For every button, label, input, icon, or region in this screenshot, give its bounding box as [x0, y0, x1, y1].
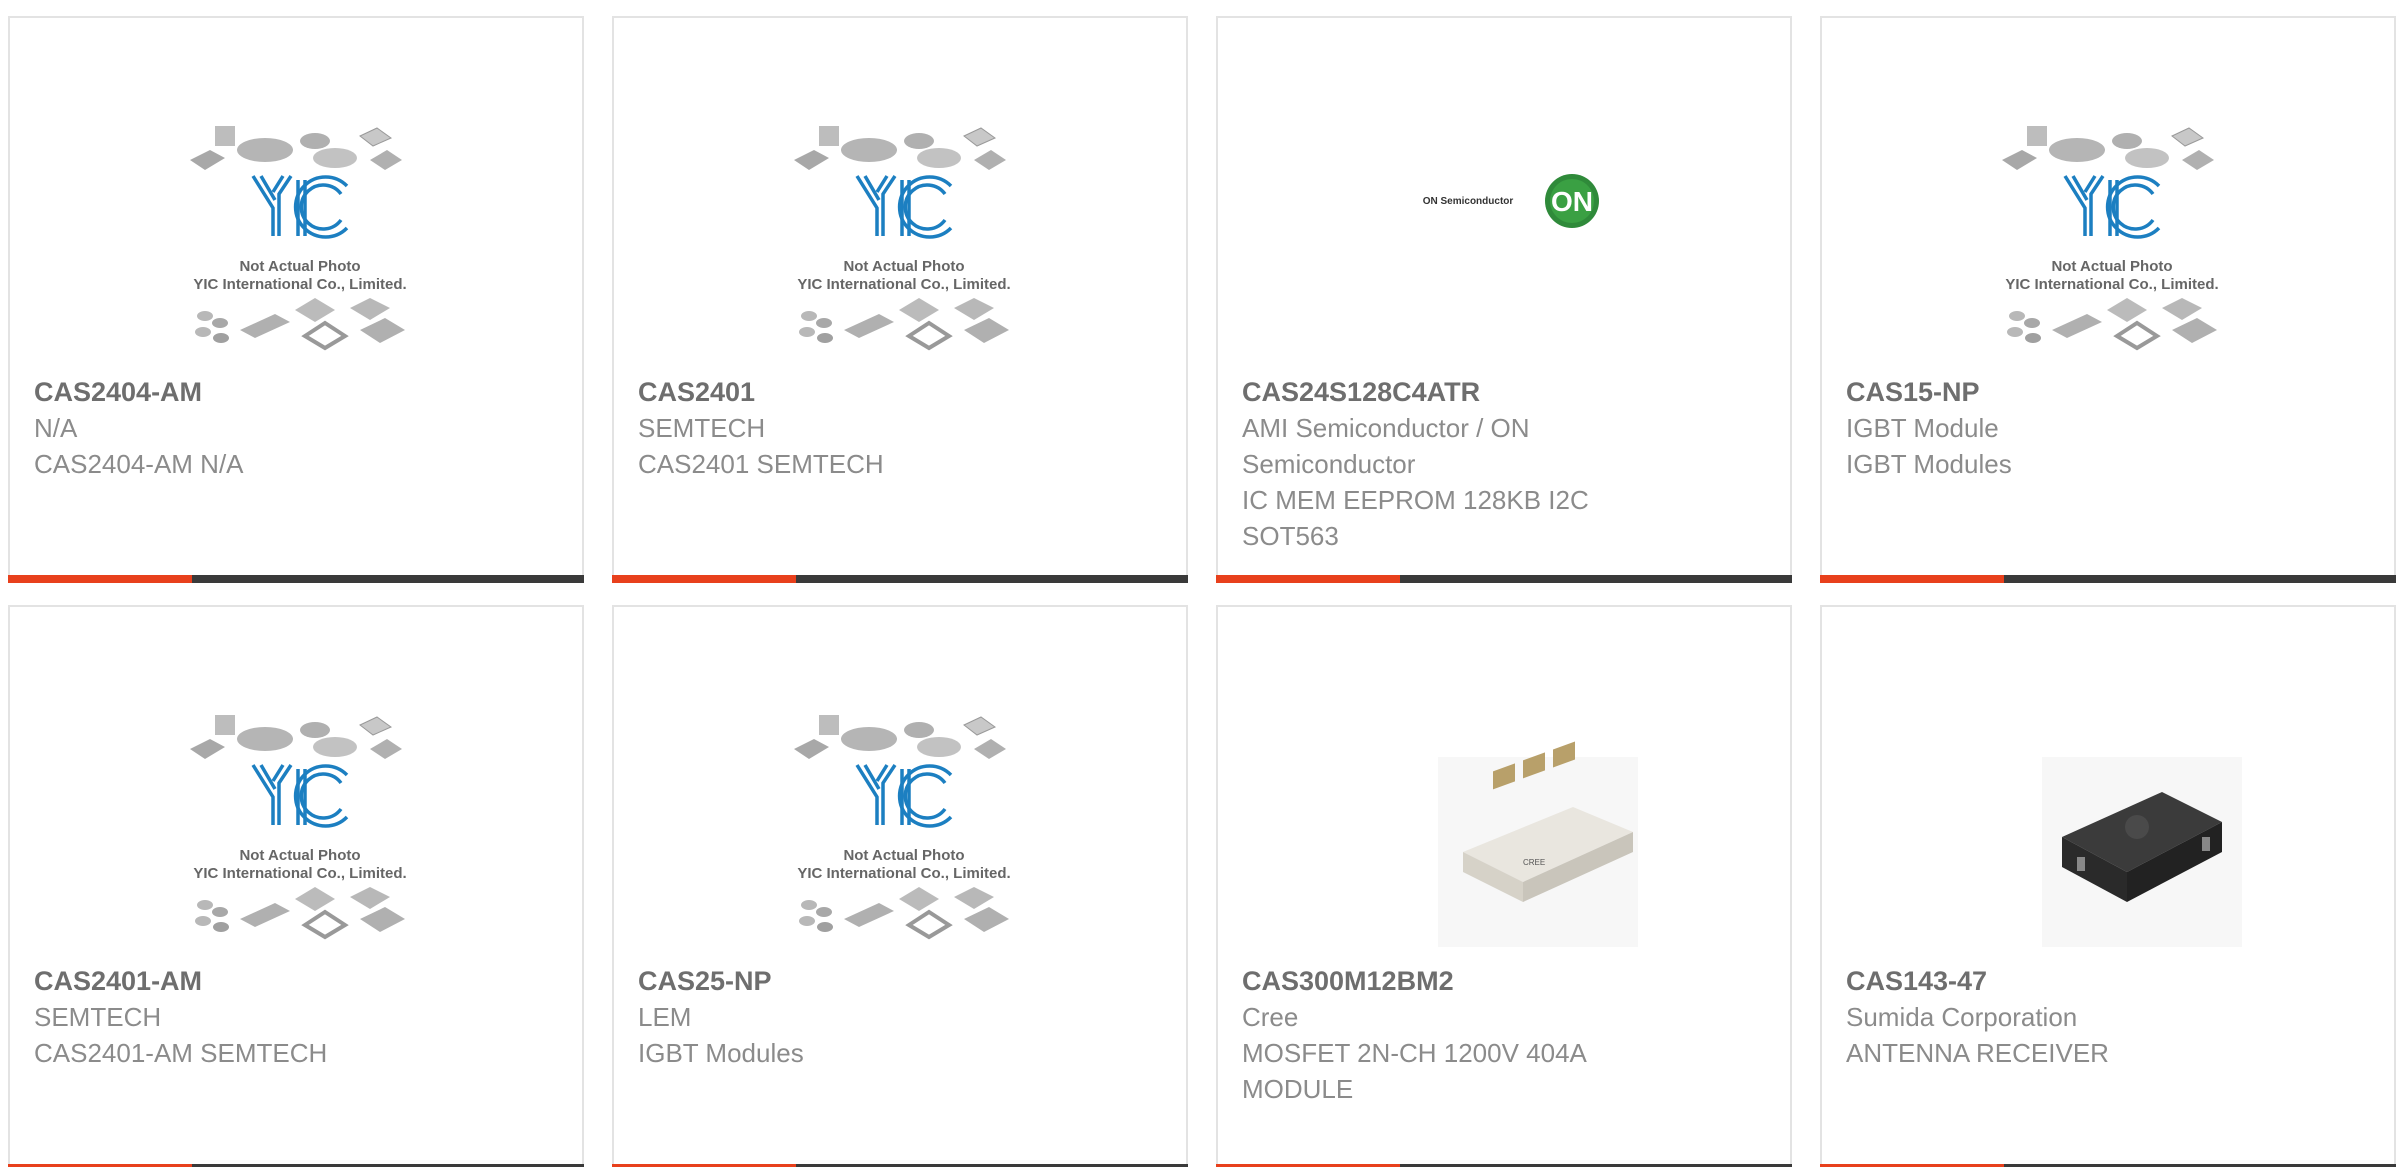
product-thumbnail[interactable]: Not Actual Photo YIC International Co., …	[769, 697, 1039, 947]
placeholder-line2: YIC International Co., Limited.	[797, 865, 1010, 882]
part-number-link[interactable]: CAS2401-AM	[34, 963, 444, 999]
card-accent-bar	[1216, 575, 1400, 583]
part-number-link[interactable]: CAS25-NP	[638, 963, 1048, 999]
card-bottom-bar	[612, 575, 1188, 583]
manufacturer: SEMTECH	[34, 1002, 162, 1032]
manufacturer: SEMTECH	[638, 413, 766, 443]
description-line: CAS2401-AM SEMTECH	[34, 1038, 328, 1068]
part-number-link[interactable]: CAS300M12BM2	[1242, 963, 1652, 999]
product-card[interactable]: Not Actual Photo YIC International Co., …	[612, 16, 1188, 583]
description-line: MODULE	[1242, 1074, 1354, 1104]
product-thumbnail[interactable]: Not Actual Photo YIC International Co., …	[769, 108, 1039, 358]
card-accent-bar	[8, 575, 192, 583]
description-line: IGBT Modules	[1846, 449, 2012, 479]
product-thumbnail[interactable]: ON Semiconductor ON	[1373, 108, 1643, 358]
product-thumbnail[interactable]: Not Actual Photo YIC International Co., …	[1977, 108, 2247, 358]
manufacturer: N/A	[34, 413, 78, 443]
description-line: SOT563	[1242, 521, 1339, 551]
yic-placeholder-icon: Not Actual Photo YIC International Co., …	[190, 715, 407, 940]
yic-placeholder-icon: Not Actual Photo YIC International Co., …	[190, 126, 407, 351]
product-card[interactable]: ON Semiconductor ON CAS24S128C4ATR AMI Se…	[1216, 16, 1792, 583]
product-thumbnail[interactable]: Not Actual Photo YIC International Co., …	[165, 108, 435, 358]
placeholder-line1: Not Actual Photo	[239, 847, 360, 864]
product-info: CAS2401 SEMTECH CAS2401 SEMTECH	[638, 374, 1048, 482]
card-bottom-bar	[1820, 575, 2396, 583]
svg-text:CREE: CREE	[1523, 858, 1545, 867]
yic-placeholder-icon: Not Actual Photo YIC International Co., …	[794, 126, 1011, 351]
placeholder-line2: YIC International Co., Limited.	[193, 276, 406, 293]
igbt-module-photo-icon: CREE	[1438, 741, 1638, 957]
product-info: CAS2404-AM N/A CAS2404-AM N/A	[34, 374, 444, 482]
product-thumbnail[interactable]: CREE	[1373, 697, 1643, 957]
placeholder-line1: Not Actual Photo	[239, 258, 360, 275]
placeholder-line1: Not Actual Photo	[843, 258, 964, 275]
card-accent-bar	[612, 575, 796, 583]
on-logo-badge: ON	[1551, 186, 1593, 217]
description-line: IC MEM EEPROM 128KB I2C	[1242, 485, 1589, 515]
product-thumbnail[interactable]: Not Actual Photo YIC International Co., …	[165, 697, 435, 947]
description-line: CAS2404-AM N/A	[34, 449, 244, 479]
product-thumbnail[interactable]	[1977, 697, 2247, 957]
part-number-link[interactable]: CAS15-NP	[1846, 374, 2256, 410]
card-bottom-bar	[8, 575, 584, 583]
manufacturer: LEM	[638, 1002, 692, 1032]
manufacturer: IGBT Module	[1846, 413, 1999, 443]
part-number-link[interactable]: CAS2404-AM	[34, 374, 444, 410]
product-info: CAS15-NP IGBT Module IGBT Modules	[1846, 374, 2256, 482]
placeholder-line2: YIC International Co., Limited.	[2005, 276, 2218, 293]
product-info: CAS24S128C4ATR AMI Semiconductor / ON Sem…	[1242, 374, 1652, 554]
on-semiconductor-logo-icon: ON Semiconductor ON	[1423, 174, 1599, 228]
manufacturer: Sumida Corporation	[1846, 1002, 2078, 1032]
product-info: CAS2401-AM SEMTECH CAS2401-AM SEMTECH	[34, 963, 444, 1071]
product-info: CAS25-NP LEM IGBT Modules	[638, 963, 1048, 1071]
yic-placeholder-icon: Not Actual Photo YIC International Co., …	[794, 715, 1011, 940]
placeholder-line1: Not Actual Photo	[2051, 258, 2172, 275]
part-number-link[interactable]: CAS2401	[638, 374, 1048, 410]
product-card[interactable]: Not Actual Photo YIC International Co., …	[612, 605, 1188, 1167]
antenna-receiver-photo-icon	[2042, 757, 2242, 957]
manufacturer: AMI Semiconductor / ON Semiconductor	[1242, 413, 1530, 479]
placeholder-line2: YIC International Co., Limited.	[193, 865, 406, 882]
product-card[interactable]: CREE CAS300M12BM2 Cree MOSFET 2N-CH 1200V …	[1216, 605, 1792, 1167]
product-card[interactable]: CAS143-47 Sumida Corporation ANTENNA RECEI…	[1820, 605, 2396, 1167]
on-logo-text: ON Semiconductor	[1423, 196, 1514, 207]
product-card[interactable]: Not Actual Photo YIC International Co., …	[8, 16, 584, 583]
placeholder-line1: Not Actual Photo	[843, 847, 964, 864]
part-number-link[interactable]: CAS24S128C4ATR	[1242, 374, 1652, 410]
description-line: ANTENNA RECEIVER	[1846, 1038, 2109, 1068]
product-info: CAS143-47 Sumida Corporation ANTENNA RECEI…	[1846, 963, 2256, 1071]
product-card[interactable]: Not Actual Photo YIC International Co., …	[1820, 16, 2396, 583]
card-accent-bar	[1820, 575, 2004, 583]
description-line: MOSFET 2N-CH 1200V 404A	[1242, 1038, 1587, 1068]
product-card[interactable]: Not Actual Photo YIC International Co., …	[8, 605, 584, 1167]
yic-placeholder-icon: Not Actual Photo YIC International Co., …	[2002, 126, 2219, 351]
part-number-link[interactable]: CAS143-47	[1846, 963, 2256, 999]
description-line: IGBT Modules	[638, 1038, 804, 1068]
card-bottom-bar	[1216, 575, 1792, 583]
placeholder-line2: YIC International Co., Limited.	[797, 276, 1010, 293]
description-line: CAS2401 SEMTECH	[638, 449, 884, 479]
product-info: CAS300M12BM2 Cree MOSFET 2N-CH 1200V 404A M…	[1242, 963, 1652, 1107]
manufacturer: Cree	[1242, 1002, 1299, 1032]
